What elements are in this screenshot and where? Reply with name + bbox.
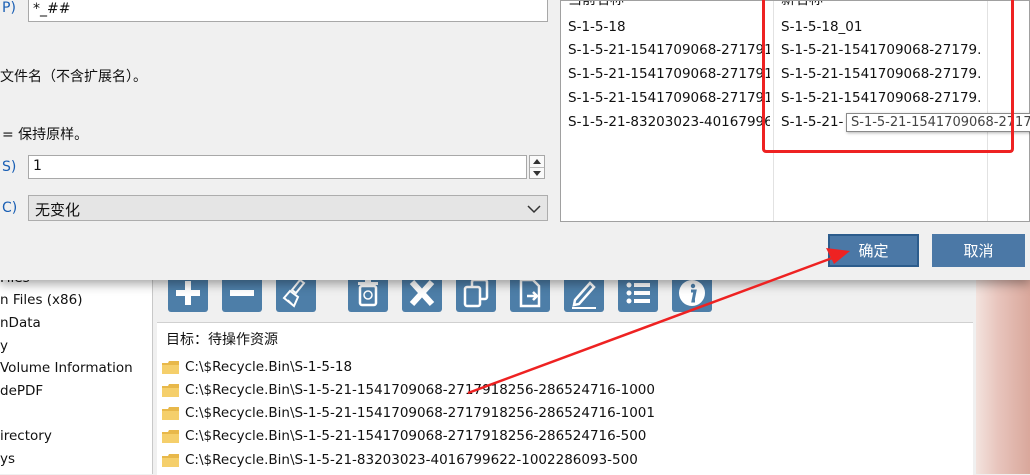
annotation-arrow [467,248,850,395]
